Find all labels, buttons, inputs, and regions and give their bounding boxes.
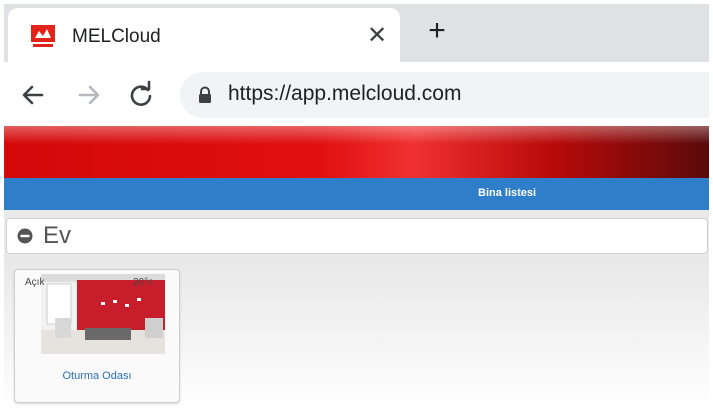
room-grid: Açık 20°c Oturma Odası: [4, 258, 709, 412]
tab-title: MELCloud: [72, 26, 161, 47]
collapse-icon[interactable]: [17, 228, 33, 244]
plus-icon[interactable]: +: [422, 16, 452, 46]
room-name-link[interactable]: Oturma Odası: [15, 370, 179, 382]
address-bar[interactable]: https://app.melcloud.com: [180, 72, 709, 118]
lock-icon[interactable]: [196, 86, 214, 104]
room-temperature: 20°c: [133, 277, 154, 288]
back-arrow-icon[interactable]: [18, 80, 48, 110]
power-state-label: Açık: [25, 277, 45, 288]
url-text: https://app.melcloud.com: [228, 82, 462, 105]
tab-strip: MELCloud ✕ +: [4, 4, 709, 62]
app-menu-bar: Bina listesi: [4, 178, 709, 210]
reload-icon[interactable]: [126, 80, 156, 110]
banner-gloss: [4, 126, 709, 144]
browser-tab[interactable]: MELCloud ✕: [8, 8, 400, 62]
app-header-banner: [4, 126, 709, 178]
room-card[interactable]: Açık 20°c Oturma Odası: [14, 269, 180, 403]
browser-window: MELCloud ✕ + https://app.melcloud.com Bi…: [4, 4, 709, 412]
forward-arrow-icon[interactable]: [74, 80, 104, 110]
building-group-header[interactable]: Ev: [6, 218, 708, 254]
browser-toolbar: https://app.melcloud.com: [4, 62, 709, 126]
group-title: Ev: [43, 222, 72, 249]
melcloud-favicon-icon: [30, 24, 56, 50]
building-list-link[interactable]: Bina listesi: [478, 187, 536, 199]
close-icon[interactable]: ✕: [364, 21, 390, 51]
